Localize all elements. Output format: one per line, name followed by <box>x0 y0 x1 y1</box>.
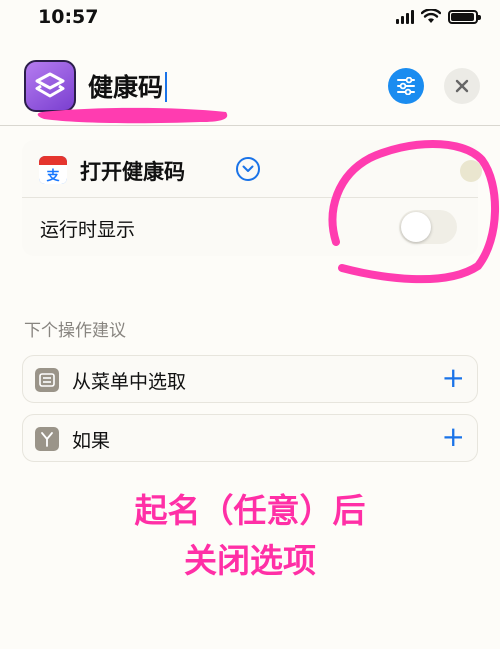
toggle-knob <box>401 212 431 242</box>
expand-chevron-button[interactable] <box>236 157 260 181</box>
chevron-down-icon <box>242 165 254 172</box>
add-icon[interactable]: + <box>442 364 465 392</box>
menu-icon <box>35 368 59 392</box>
show-when-run-label: 运行时显示 <box>40 219 136 241</box>
add-icon[interactable]: + <box>442 423 465 451</box>
status-time: 10:57 <box>38 6 99 28</box>
shortcuts-icon[interactable] <box>24 60 76 112</box>
action-label: 打开健康码 <box>80 160 185 184</box>
show-when-run-toggle[interactable] <box>399 210 457 244</box>
next-action-suggestions-title: 下个操作建议 <box>24 321 126 341</box>
status-icons <box>396 9 481 24</box>
suggestion-choose-from-menu[interactable]: 从菜单中选取 + <box>22 355 478 403</box>
sliders-icon <box>397 77 415 95</box>
action-card: 支 打开健康码 运行时显示 <box>22 140 482 256</box>
alipay-app-icon: 支 <box>39 156 67 184</box>
close-button[interactable] <box>444 68 480 104</box>
branch-icon <box>35 427 59 451</box>
suggestion-label: 从菜单中选取 <box>72 371 187 393</box>
shortcut-name-text: 健康码 <box>88 73 164 102</box>
open-app-action[interactable]: 支 打开健康码 <box>22 140 482 198</box>
settings-button[interactable] <box>388 68 424 104</box>
text-caret <box>165 72 168 102</box>
suggestion-if[interactable]: 如果 + <box>22 414 478 462</box>
shortcut-header: 健康码 <box>0 36 500 126</box>
close-icon <box>455 79 469 93</box>
show-when-run-row: 运行时显示 <box>22 198 478 256</box>
annotation-line-1: 起名（任意）后 <box>134 491 366 530</box>
battery-icon <box>448 9 481 24</box>
annotation-line-2: 关闭选项 <box>184 541 316 580</box>
suggestion-label: 如果 <box>72 430 111 452</box>
cellular-signal-icon <box>396 9 414 24</box>
wifi-icon <box>421 9 441 23</box>
status-bar: 10:57 <box>0 0 500 36</box>
remove-action-button[interactable] <box>460 160 482 182</box>
shortcut-name-input[interactable]: 健康码 <box>88 68 168 104</box>
